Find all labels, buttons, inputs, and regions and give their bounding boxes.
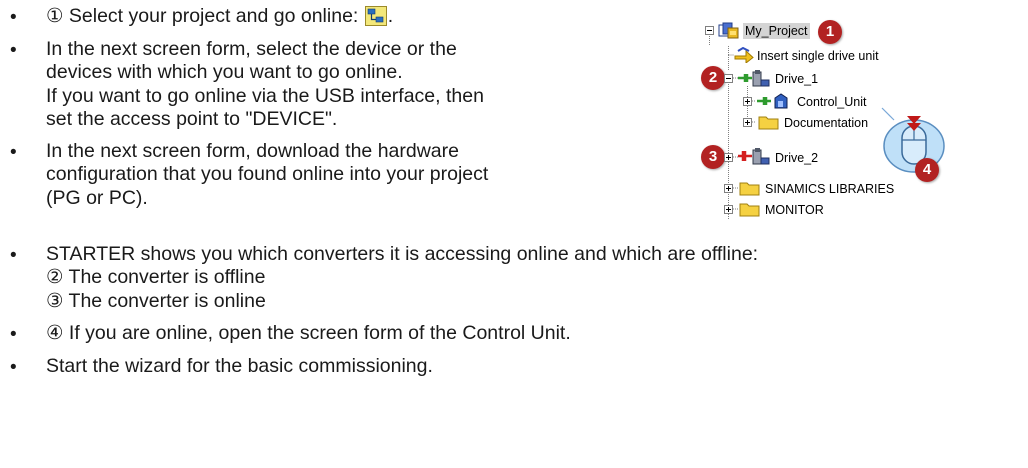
bullet: •	[10, 142, 17, 163]
bullet: •	[10, 245, 17, 266]
bullet: •	[10, 7, 17, 28]
callout-2: 2	[701, 66, 725, 90]
step-2-line-4: set the access point to "DEVICE".	[46, 108, 338, 131]
step-3-line-1: In the next screen form, download the ha…	[46, 140, 459, 162]
step-2-line-1: In the next screen form, select the devi…	[46, 38, 457, 60]
callout-1: 1	[818, 20, 842, 44]
folder-icon	[758, 116, 779, 130]
control-unit-icon	[757, 93, 788, 109]
drive-offline-icon	[738, 70, 770, 87]
step-3-line-3: (PG or PC).	[46, 186, 148, 209]
step-4-text: STARTER shows you which converters it is…	[46, 243, 759, 265]
callout-3: 3	[701, 145, 725, 169]
tree-item-drive-1[interactable]: Drive_1	[775, 71, 818, 87]
go-online-icon	[364, 6, 387, 26]
tree-item-sinamics-libraries[interactable]: SINAMICS LIBRARIES	[765, 181, 894, 197]
expand-icon[interactable]	[724, 153, 733, 162]
folder-icon	[739, 203, 760, 217]
step-2-line-2: devices with which you want to go online…	[46, 61, 403, 84]
collapse-icon[interactable]	[724, 74, 733, 83]
tree-item-control-unit[interactable]: Control_Unit	[797, 94, 866, 110]
step-1-text: ① Select your project and go online: .	[46, 5, 394, 27]
tree-item-my-project[interactable]: My_Project	[743, 23, 810, 39]
step-3-line-2: configuration that you found online into…	[46, 163, 489, 186]
bullet: •	[10, 40, 17, 61]
step-2-line-3: If you want to go online via the USB int…	[46, 84, 484, 107]
step-4-sub-offline: ② The converter is offline	[46, 266, 266, 289]
step-6-text: Start the wizard for the basic commissio…	[46, 355, 433, 377]
tree-item-drive-2[interactable]: Drive_2	[775, 150, 818, 166]
callout-4: 4	[915, 158, 939, 182]
collapse-icon[interactable]	[705, 26, 714, 35]
step-4-sub-online: ③ The converter is online	[46, 289, 266, 312]
expand-icon[interactable]	[724, 184, 733, 193]
project-icon	[718, 22, 739, 39]
expand-icon[interactable]	[743, 97, 752, 106]
drive-online-icon	[738, 148, 770, 165]
step-5-text: ④ If you are online, open the screen for…	[46, 322, 571, 344]
tree-item-monitor[interactable]: MONITOR	[765, 202, 824, 218]
bullet: •	[10, 324, 17, 345]
bullet: •	[10, 357, 17, 378]
tree-item-documentation[interactable]: Documentation	[784, 115, 868, 131]
tree-item-insert-single-drive-unit[interactable]: Insert single drive unit	[757, 48, 879, 64]
expand-icon[interactable]	[743, 118, 752, 127]
expand-icon[interactable]	[724, 205, 733, 214]
project-tree: My_Project 1 Insert single drive unit 2 …	[700, 0, 1028, 240]
folder-icon	[739, 182, 760, 196]
insert-drive-icon	[734, 47, 754, 63]
